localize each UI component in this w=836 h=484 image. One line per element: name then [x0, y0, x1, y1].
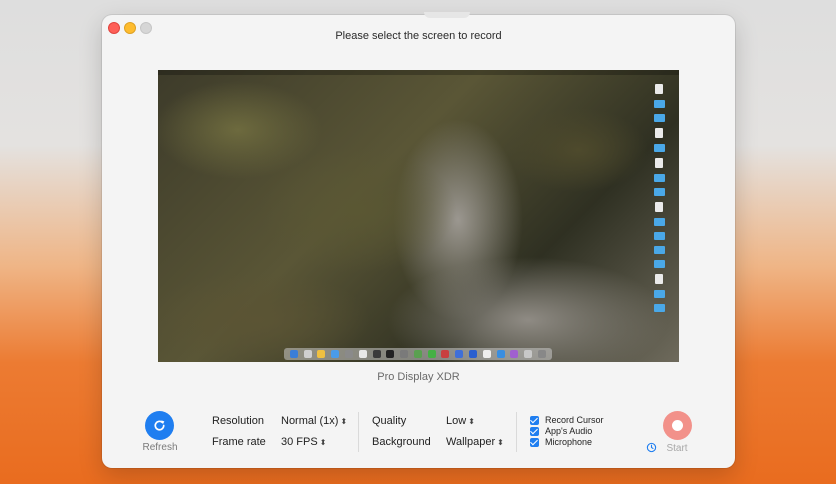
record-cursor-checkbox[interactable]: Record Cursor [530, 415, 604, 425]
frame-rate-select[interactable]: 30 FPS ⬍ [281, 436, 326, 448]
frame-rate-value: 30 FPS [281, 436, 318, 448]
start-label: Start [666, 443, 688, 454]
quality-label: Quality [372, 415, 407, 427]
checkbox-checked-icon [530, 437, 539, 447]
record-icon [672, 420, 683, 431]
chevron-updown-icon: ⬍ [340, 417, 348, 426]
resolution-label: Resolution [212, 415, 264, 427]
background-select[interactable]: Wallpaper ⬍ [446, 436, 504, 448]
resolution-select[interactable]: Normal (1x) ⬍ [281, 415, 347, 427]
quality-select[interactable]: Low ⬍ [446, 415, 475, 427]
refresh-label: Refresh [142, 442, 178, 453]
microphone-label: Microphone [545, 437, 593, 447]
record-cursor-label: Record Cursor [545, 415, 604, 425]
checkbox-checked-icon [530, 426, 539, 436]
window-title: Please select the screen to record [335, 30, 502, 42]
microphone-checkbox[interactable]: Microphone [530, 437, 592, 447]
resolution-value: Normal (1x) [281, 415, 339, 427]
window-notch [424, 12, 470, 18]
background-value: Wallpaper [446, 436, 496, 448]
screen-preview[interactable] [158, 70, 679, 362]
chevron-updown-icon: ⬍ [319, 438, 327, 447]
frame-rate-label: Frame rate [212, 436, 266, 448]
preview-menubar [158, 70, 679, 75]
timer-icon[interactable] [646, 442, 657, 453]
divider [358, 412, 359, 452]
app-audio-checkbox[interactable]: App's Audio [530, 426, 592, 436]
app-audio-label: App's Audio [545, 426, 593, 436]
chevron-updown-icon: ⬍ [497, 438, 504, 447]
display-name-label: Pro Display XDR [377, 371, 460, 383]
preview-dock [284, 348, 552, 360]
background-label: Background [372, 436, 431, 448]
preview-desktop-icons [645, 80, 673, 318]
chevron-updown-icon: ⬍ [468, 417, 475, 426]
divider [516, 412, 517, 452]
recorder-window: Please select the screen to record Pro D… [102, 12, 735, 468]
quality-value: Low [446, 415, 467, 427]
refresh-icon [154, 420, 165, 431]
refresh-button[interactable] [145, 411, 174, 440]
checkbox-checked-icon [530, 415, 539, 425]
start-record-button[interactable] [663, 411, 692, 440]
